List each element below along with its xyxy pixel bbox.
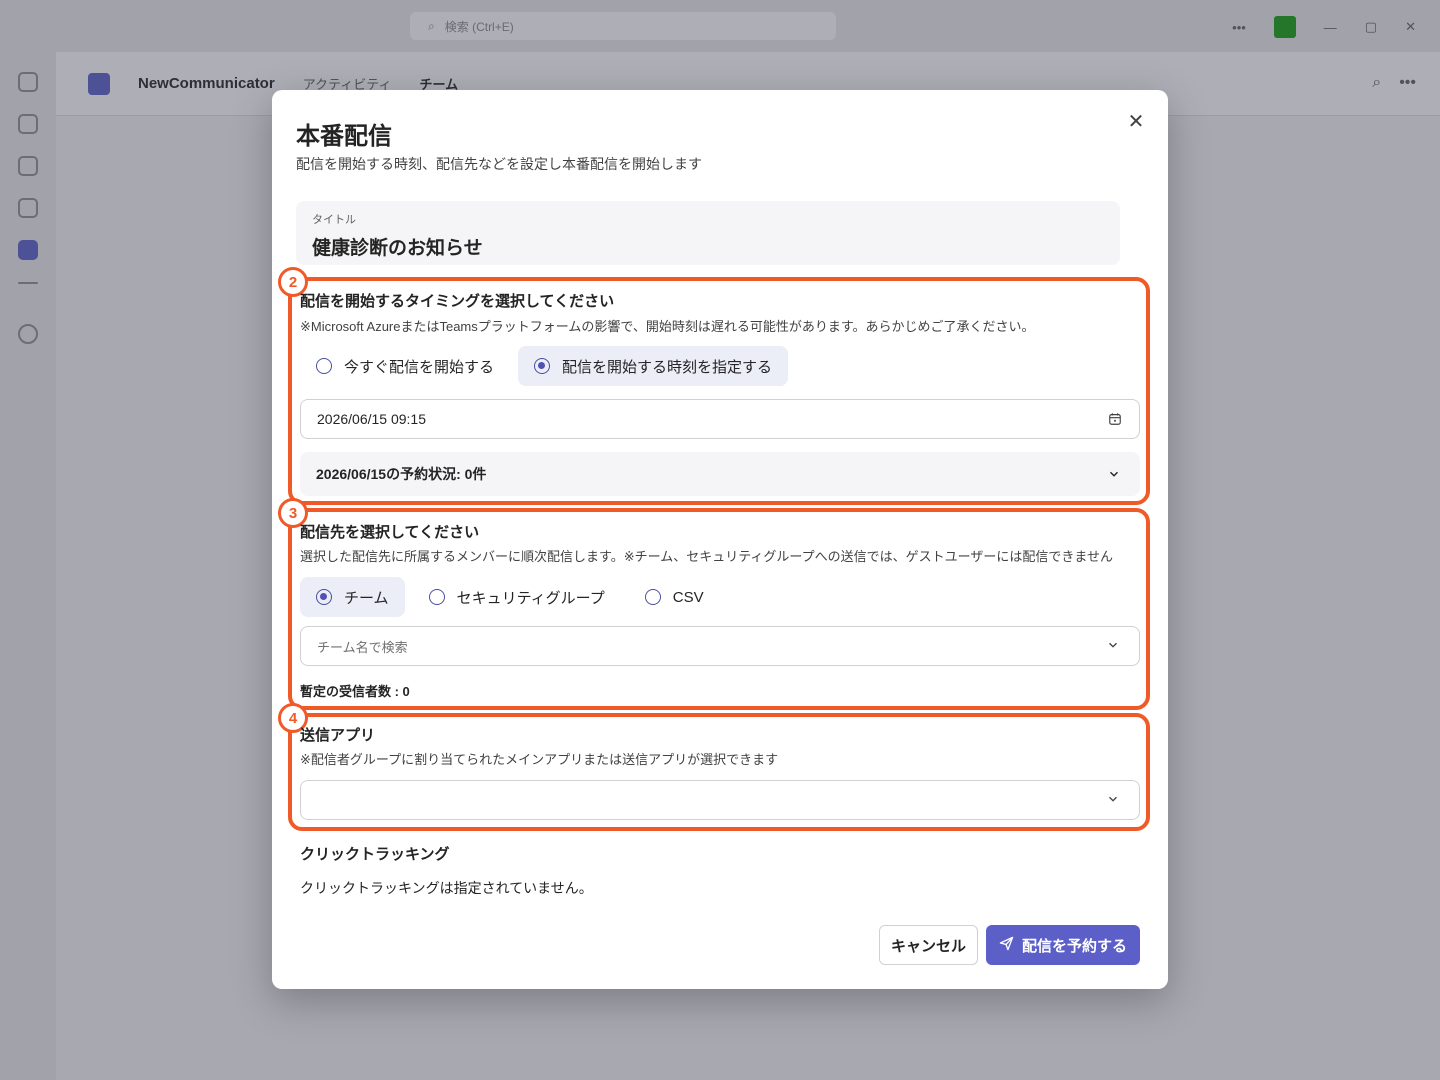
delivery-dialog: 本番配信 配信を開始する時刻、配信先などを設定し本番配信を開始します ✕ タイト… xyxy=(272,90,1168,989)
title-field-label: タイトル xyxy=(312,214,356,226)
timing-title: 配信を開始するタイミングを選択してください xyxy=(300,293,615,310)
datetime-value: 2026/06/15 09:15 xyxy=(317,411,426,427)
chevron-down-icon xyxy=(1105,637,1121,653)
click-tracking-title: クリックトラッキング xyxy=(300,846,450,863)
dialog-subtitle: 配信を開始する時刻、配信先などを設定し本番配信を開始します xyxy=(296,156,702,172)
radio-selected-icon xyxy=(534,358,551,374)
radio-icon xyxy=(428,589,445,605)
schedule-delivery-button[interactable]: 配信を予約する xyxy=(986,925,1140,965)
schedule-delivery-label: 配信を予約する xyxy=(1021,937,1127,955)
radio-icon xyxy=(316,358,332,374)
radio-csv[interactable]: CSV xyxy=(629,577,720,617)
radio-team[interactable]: チーム xyxy=(300,577,405,617)
close-icon: ✕ xyxy=(1127,111,1145,133)
timing-note: ※Microsoft AzureまたはTeamsプラットフォームの影響で、開始時… xyxy=(300,319,1035,334)
calendar-icon[interactable] xyxy=(1107,411,1123,427)
reservation-status-accordion[interactable]: 2026/06/15の予約状況: 0件 xyxy=(300,452,1140,496)
sender-app-title: 送信アプリ xyxy=(300,727,376,744)
close-button[interactable]: ✕ xyxy=(1126,112,1146,132)
radio-label: セキュリティグループ xyxy=(456,589,605,607)
reservation-status: 2026/06/15の予約状況: 0件 xyxy=(316,466,487,482)
radio-label: 今すぐ配信を開始する xyxy=(344,358,495,376)
title-field: タイトル 健康診断のお知らせ xyxy=(296,201,1120,265)
radio-security-group[interactable]: セキュリティグループ xyxy=(413,577,621,617)
sender-app-dropdown[interactable] xyxy=(300,780,1140,820)
chevron-down-icon xyxy=(1106,466,1122,482)
radio-schedule-time[interactable]: 配信を開始する時刻を指定する xyxy=(518,346,789,386)
radio-label: 配信を開始する時刻を指定する xyxy=(562,358,773,376)
sender-app-note: ※配信者グループに割り当てられたメインアプリまたは送信アプリが選択できます xyxy=(300,752,779,767)
timing-radio-group: 今すぐ配信を開始する 配信を開始する時刻を指定する xyxy=(300,346,789,386)
title-field-value: 健康診断のお知らせ xyxy=(312,238,483,259)
click-tracking-text: クリックトラッキングは指定されていません。 xyxy=(300,880,593,896)
dialog-title: 本番配信 xyxy=(296,123,392,150)
radio-label: CSV xyxy=(672,588,704,606)
radio-icon xyxy=(644,589,661,605)
destination-note: 選択した配信先に所属するメンバーに順次配信します。※チーム、セキュリティグループ… xyxy=(300,549,1113,564)
chevron-down-icon xyxy=(1105,791,1121,807)
datetime-input[interactable]: 2026/06/15 09:15 xyxy=(300,399,1140,439)
radio-label: チーム xyxy=(344,589,389,607)
team-search-combobox[interactable]: チーム名で検索 xyxy=(300,626,1140,666)
send-icon xyxy=(999,936,1014,955)
cancel-button[interactable]: キャンセル xyxy=(879,925,978,965)
recipient-count: 暫定の受信者数 : 0 xyxy=(300,684,410,699)
radio-start-now[interactable]: 今すぐ配信を開始する xyxy=(300,346,510,386)
radio-selected-icon xyxy=(316,589,332,605)
team-search-placeholder: チーム名で検索 xyxy=(317,639,408,655)
destination-radio-group: チーム セキュリティグループ CSV xyxy=(300,577,720,617)
destination-title: 配信先を選択してください xyxy=(300,524,480,541)
